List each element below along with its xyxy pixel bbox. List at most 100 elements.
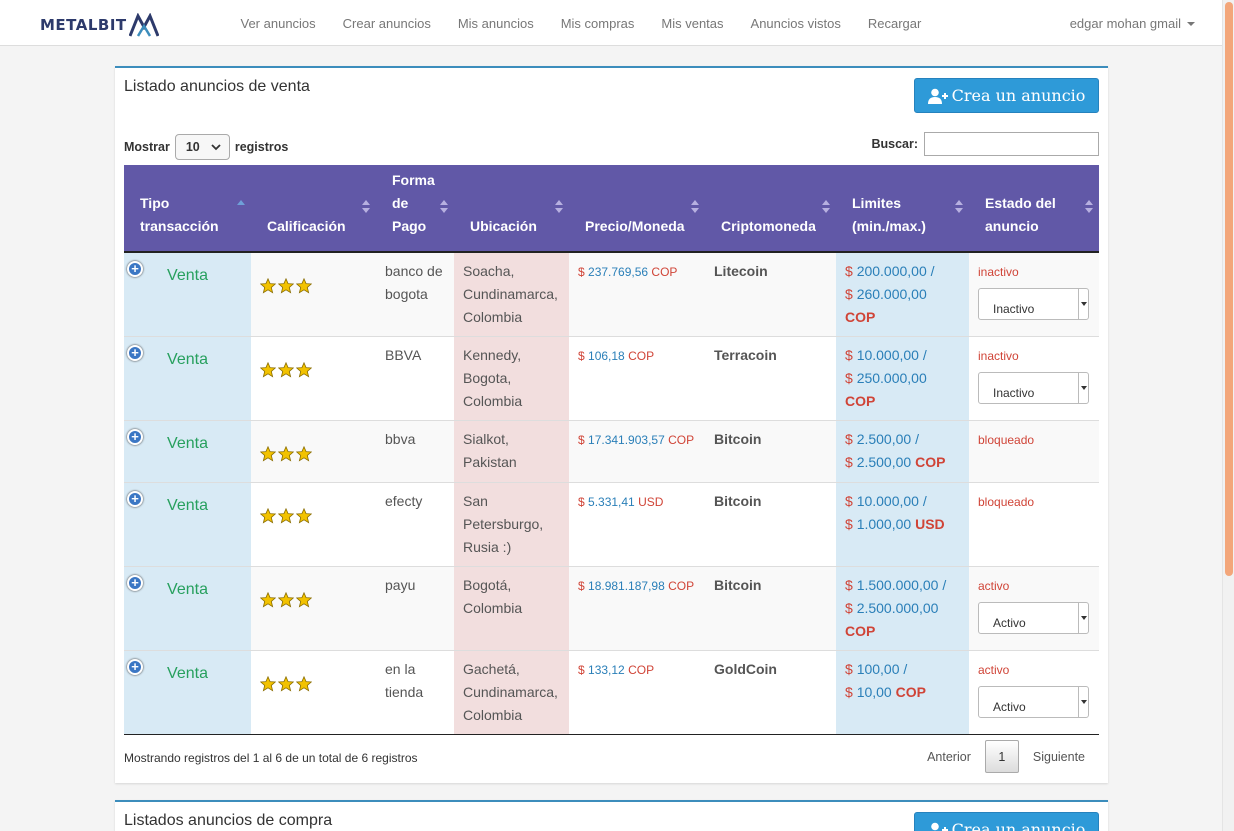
star-icon: [260, 592, 276, 608]
nav-crear-anuncios[interactable]: Crear anuncios: [329, 16, 444, 31]
dollar-sign: $: [578, 579, 589, 593]
col-header-forma-pago[interactable]: Forma de Pago: [376, 165, 454, 252]
cell-ubicacion: Bogotá, Colombia: [454, 566, 569, 651]
limit-max: 260.000,00: [856, 286, 927, 302]
table-row: + Venta efecty San Petersburgo, Rusia :) $ 5…: [124, 482, 1099, 567]
cell-limites: $ 100,00 / $ 10,00 COP: [836, 650, 969, 735]
status-select-value: Inactivo: [993, 302, 1035, 316]
status-select[interactable]: Inactivo: [978, 288, 1089, 320]
table-row: + Venta en la tienda Gachetá, Cundinamarca,…: [124, 650, 1099, 735]
nav-mis-compras[interactable]: Mis compras: [547, 16, 648, 31]
limit-max: 1.000,00: [856, 516, 912, 532]
pager-prev[interactable]: Anterior: [913, 750, 985, 764]
cell-criptomoneda: Bitcoin: [705, 482, 836, 567]
status-badge: inactivo: [978, 349, 1019, 363]
cell-ubicacion: Soacha, Cundinamarca, Colombia: [454, 251, 569, 337]
cell-precio: $ 17.341.903,57 COP: [569, 420, 705, 483]
limit-separator: /: [918, 493, 927, 509]
page-scrollbar[interactable]: [1222, 0, 1234, 831]
user-menu[interactable]: edgar mohan gmail: [1070, 16, 1195, 31]
cell-criptomoneda: Terracoin: [705, 336, 836, 421]
limit-min: 100,00: [856, 661, 900, 677]
cell-tipo: + Venta: [124, 251, 251, 337]
search-input[interactable]: [924, 132, 1099, 156]
star-icon: [278, 362, 294, 378]
tipo-label: Venta: [167, 351, 208, 368]
nav-mis-anuncios[interactable]: Mis anuncios: [444, 16, 547, 31]
col-header-estado[interactable]: Estado del anuncio: [969, 165, 1099, 252]
select-arrow-icon: [1078, 687, 1088, 717]
expand-row-icon[interactable]: +: [127, 659, 143, 675]
create-ad-button[interactable]: Crea un anuncio: [914, 78, 1099, 113]
col-header-ubicacion[interactable]: Ubicación: [454, 165, 569, 252]
cell-estado: inactivo Inactivo: [969, 336, 1099, 421]
cell-ubicacion: Sialkot, Pakistan: [454, 420, 569, 483]
cell-calificacion: [251, 566, 376, 651]
price-amount: 133,12: [588, 663, 625, 677]
limit-currency: COP: [845, 623, 876, 639]
search-control: Buscar:: [871, 132, 1099, 156]
header-label: Forma de Pago: [392, 172, 435, 234]
col-header-tipo[interactable]: Tipo transacción: [124, 165, 251, 252]
dollar-sign: $: [845, 370, 857, 386]
cell-precio: $ 237.769,56 COP: [569, 251, 705, 337]
expand-row-icon[interactable]: +: [127, 575, 143, 591]
nav-mis-ventas[interactable]: Mis ventas: [648, 16, 737, 31]
select-arrow-icon: [1078, 603, 1088, 633]
cell-criptomoneda: Bitcoin: [705, 420, 836, 483]
nav-ver-anuncios[interactable]: Ver anuncios: [227, 16, 329, 31]
col-header-calificacion[interactable]: Calificación: [251, 165, 376, 252]
status-select-value: Inactivo: [993, 386, 1035, 400]
table-row: + Venta payu Bogotá, Colombia $ 18.981.187,9…: [124, 566, 1099, 651]
col-header-criptomoneda[interactable]: Criptomoneda: [705, 165, 836, 252]
expand-row-icon[interactable]: +: [127, 345, 143, 361]
page-length-select[interactable]: 10: [174, 134, 230, 160]
expand-row-icon[interactable]: +: [127, 429, 143, 445]
status-select[interactable]: Inactivo: [978, 372, 1089, 404]
tipo-label: Venta: [167, 497, 208, 514]
limit-separator: /: [899, 661, 908, 677]
limit-separator: /: [918, 347, 927, 363]
price-amount: 106,18: [588, 349, 625, 363]
price-currency: COP: [628, 349, 655, 363]
price-amount: 17.341.903,57: [588, 433, 665, 447]
dollar-sign: $: [845, 347, 857, 363]
dollar-sign: $: [578, 349, 589, 363]
header-label: Criptomoneda: [721, 218, 816, 234]
col-header-limites[interactable]: Limites (min./max.): [836, 165, 969, 252]
select-arrow-icon: [1078, 373, 1088, 403]
price-currency: COP: [668, 579, 695, 593]
star-icon: [278, 508, 294, 524]
cell-limites: $ 2.500,00 / $ 2.500,00 COP: [836, 420, 969, 483]
tipo-label: Venta: [167, 267, 208, 284]
limit-currency: COP: [895, 684, 926, 700]
pager-current[interactable]: 1: [984, 740, 1019, 773]
cell-precio: $ 18.981.187,98 COP: [569, 566, 705, 651]
status-select[interactable]: Activo: [978, 686, 1089, 718]
expand-row-icon[interactable]: +: [127, 261, 143, 277]
cell-limites: $ 200.000,00 / $ 260.000,00 COP: [836, 251, 969, 337]
cell-estado: activo Activo: [969, 650, 1099, 735]
status-select[interactable]: Activo: [978, 602, 1089, 634]
metalbit-logo[interactable]: METALBIT: [40, 12, 159, 38]
buy-listings-panel: Listados anuncios de compra Crea un anun…: [115, 800, 1108, 831]
star-icon: [260, 676, 276, 692]
length-suffix: registros: [234, 140, 289, 154]
pager-next[interactable]: Siguiente: [1019, 750, 1099, 764]
header-label: Tipo transacción: [140, 195, 219, 234]
add-user-icon: [927, 88, 948, 104]
nav-anuncios-vistos[interactable]: Anuncios vistos: [737, 16, 854, 31]
cell-tipo: + Venta: [124, 336, 251, 421]
tipo-label: Venta: [167, 665, 208, 682]
scrollbar-thumb[interactable]: [1225, 2, 1233, 576]
nav-recargar[interactable]: Recargar: [854, 16, 934, 31]
expand-row-icon[interactable]: +: [127, 491, 143, 507]
logo-m-icon: [128, 13, 159, 37]
limit-currency: COP: [845, 309, 876, 325]
dollar-sign: $: [578, 663, 589, 677]
limit-max: 250.000,00: [856, 370, 927, 386]
create-ad-button[interactable]: Crea un anuncio: [914, 812, 1099, 831]
panel-title: Listados anuncios de compra: [124, 812, 333, 829]
col-header-precio[interactable]: Precio/Moneda: [569, 165, 705, 252]
cell-tipo: + Venta: [124, 650, 251, 735]
